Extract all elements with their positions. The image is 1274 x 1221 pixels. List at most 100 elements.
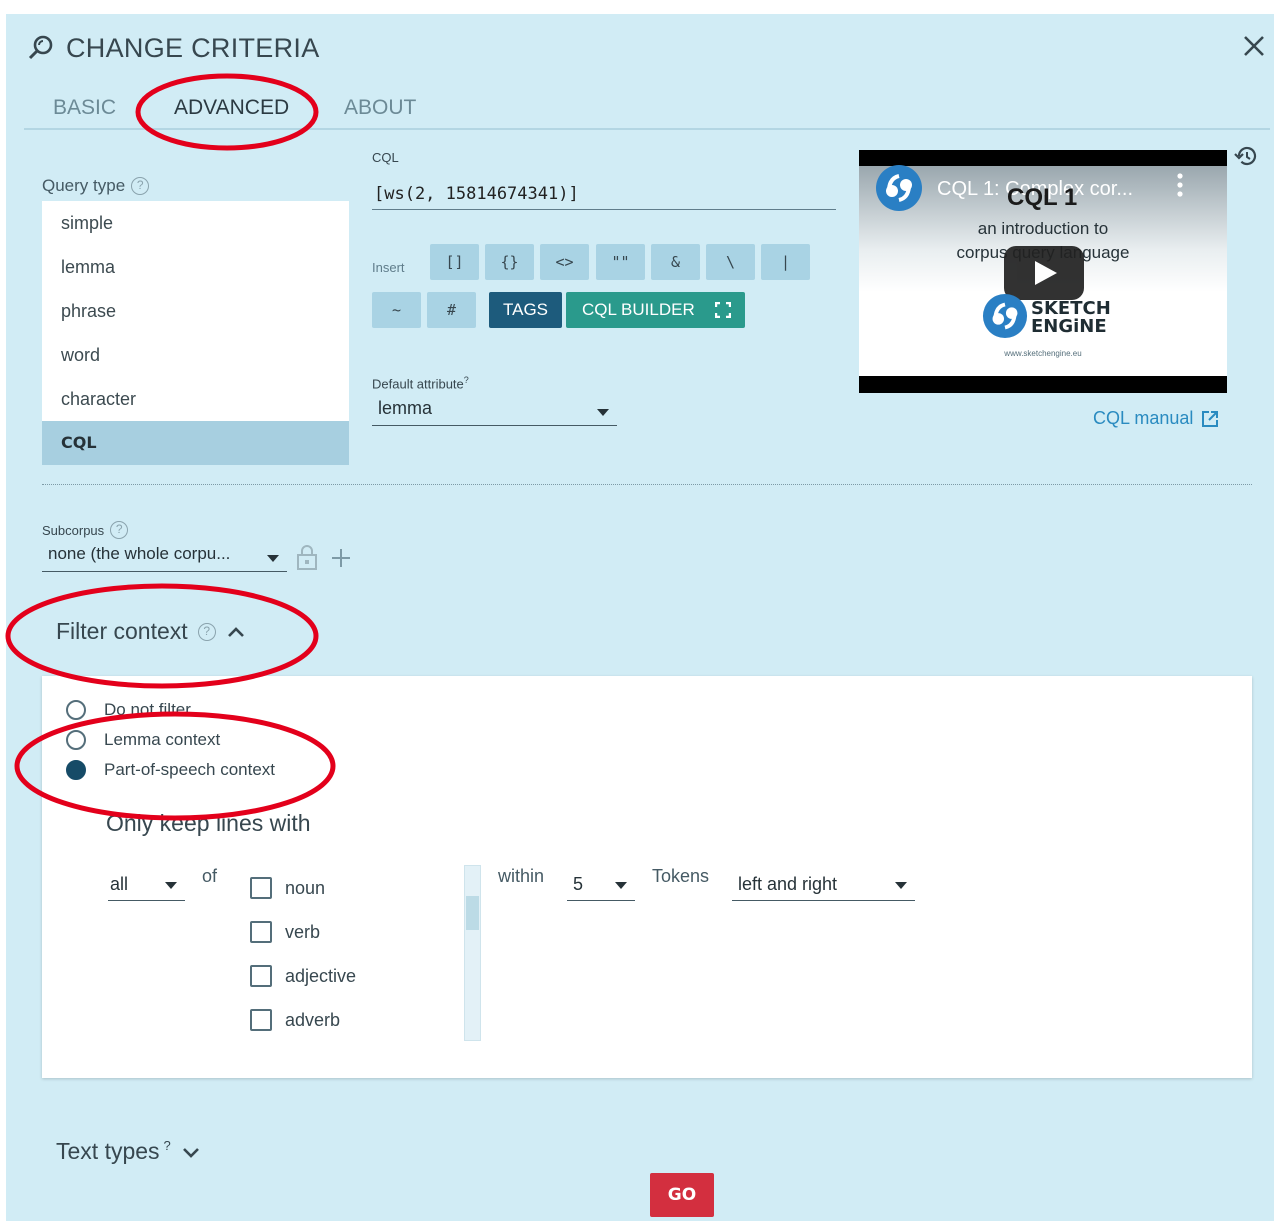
within-value: 5 [573, 874, 584, 894]
default-attribute-select[interactable]: lemma [372, 398, 617, 426]
video-overlay-title: CQL 1 [1007, 184, 1078, 211]
panel-header: CHANGE CRITERIA [26, 30, 320, 66]
quantifier-select[interactable]: all [108, 869, 185, 901]
tags-button[interactable]: TAGS [489, 292, 562, 328]
pos-noun[interactable]: noun [250, 877, 325, 899]
query-type-word[interactable]: word [42, 333, 349, 377]
radio-pos-context[interactable]: Part-of-speech context [66, 760, 275, 780]
dropdown-arrow-icon [615, 881, 627, 889]
query-type-label: Query type ? [42, 176, 150, 196]
insert-backslash-button[interactable]: \ [706, 244, 755, 280]
insert-braces-button[interactable]: {} [485, 244, 534, 280]
close-icon[interactable] [1238, 30, 1270, 62]
video-brand-line-2: ENGiNE [1031, 316, 1107, 337]
help-icon[interactable]: ? [131, 177, 150, 195]
text-types-toggle[interactable]: Text types? [56, 1138, 201, 1165]
radio-button[interactable] [66, 760, 86, 780]
play-icon[interactable] [1004, 246, 1084, 300]
cql-manual-link[interactable]: CQL manual [1093, 408, 1219, 429]
radio-label: Part-of-speech context [104, 760, 276, 779]
subcorpus-select[interactable]: none (the whole corpu... [42, 544, 287, 572]
text-types-help[interactable]: ? [164, 1138, 171, 1153]
tab-about[interactable]: ABOUT [344, 96, 416, 120]
query-type-lemma[interactable]: lemma [42, 245, 349, 289]
insert-angle-brackets-button[interactable]: <> [540, 244, 589, 280]
subcorpus-label: Subcorpus ? [42, 521, 129, 539]
filter-context-card: Do not filter Lemma context Part-of-spee… [42, 676, 1252, 1078]
side-select[interactable]: left and right [732, 869, 915, 901]
video-url: www.sketchengine.eu [1004, 349, 1082, 358]
tab-basic[interactable]: BASIC [53, 96, 116, 120]
video-line-1: an introduction to [977, 219, 1109, 238]
pos-list-scrollbar[interactable] [464, 865, 481, 1041]
sketch-engine-logo-icon [876, 165, 922, 211]
insert-tilde-button[interactable]: ~ [372, 292, 421, 328]
cql-label: CQL [372, 150, 399, 165]
checkbox-label: verb [285, 921, 321, 942]
radio-lemma-context[interactable]: Lemma context [66, 730, 220, 750]
video-brand: SKETCH ENGiNE [1031, 300, 1111, 336]
help-icon[interactable]: ? [110, 521, 129, 539]
checkbox-label: adverb [285, 1009, 341, 1030]
default-attribute-label: Default attribute? [372, 375, 469, 391]
radio-label: Lemma context [104, 730, 221, 749]
subcorpus-label-text: Subcorpus [42, 522, 105, 538]
insert-ampersand-button[interactable]: & [651, 244, 700, 280]
query-type-phrase[interactable]: phrase [42, 289, 349, 333]
dropdown-arrow-icon [165, 881, 177, 889]
text-types-label-text: Text types [56, 1138, 160, 1164]
insert-pipe-button[interactable]: | [761, 244, 810, 280]
dropdown-arrow-icon [267, 554, 279, 562]
section-divider [42, 484, 1252, 485]
keep-lines-heading: Only keep lines with [106, 810, 311, 836]
checkbox-label: noun [285, 877, 326, 898]
subcorpus-value: none (the whole corpu... [48, 544, 231, 563]
cql-input[interactable] [372, 178, 836, 210]
query-type-label-text: Query type [42, 176, 126, 195]
radio-do-not-filter[interactable]: Do not filter [66, 700, 191, 720]
checkbox-label: adjective [285, 965, 357, 986]
radio-button[interactable] [66, 730, 86, 750]
criteria-tabs: BASIC ADVANCED ABOUT [24, 90, 1270, 130]
default-attribute-label-text: Default attribute [372, 376, 464, 392]
radio-button[interactable] [66, 700, 86, 720]
insert-quotes-button[interactable]: "" [596, 244, 645, 280]
within-select[interactable]: 5 [567, 869, 635, 901]
filter-context-title: Filter context [56, 618, 188, 644]
insert-brackets-button[interactable]: [] [430, 244, 479, 280]
pos-adjective[interactable]: adjective [250, 965, 356, 987]
query-type-character[interactable]: character [42, 377, 349, 421]
more-vert-icon[interactable] [1174, 172, 1186, 198]
default-attribute-help[interactable]: ? [464, 375, 469, 385]
checkbox[interactable] [250, 921, 272, 943]
pos-verb[interactable]: verb [250, 921, 320, 943]
side-value: left and right [738, 874, 838, 894]
scrollbar-thumb[interactable] [466, 896, 479, 930]
dropdown-arrow-icon [895, 881, 907, 889]
tab-advanced[interactable]: ADVANCED [174, 96, 289, 120]
dropdown-arrow-icon [597, 408, 609, 416]
history-icon[interactable] [1233, 143, 1259, 169]
tokens-label: Tokens [652, 866, 710, 886]
insert-hash-button[interactable]: # [427, 292, 476, 328]
chevron-down-icon [182, 1147, 199, 1158]
query-type-cql[interactable]: CQL [42, 421, 349, 465]
query-type-list: simple lemma phrase word character CQL [42, 201, 349, 465]
quantifier-value: all [110, 874, 129, 894]
lock-icon[interactable] [296, 543, 318, 571]
checkbox[interactable] [250, 877, 272, 899]
fullscreen-icon [714, 302, 731, 318]
cql-video-thumbnail[interactable]: CQL 1: Complex cor... CQL 1 an introduct… [859, 150, 1227, 393]
radio-label: Do not filter [104, 700, 191, 719]
checkbox[interactable] [250, 1009, 272, 1031]
cql-builder-button[interactable]: CQL BUILDER [566, 292, 745, 328]
pos-adverb[interactable]: adverb [250, 1009, 340, 1031]
checkbox[interactable] [250, 965, 272, 987]
help-icon[interactable]: ? [197, 622, 216, 641]
sketch-engine-brand-icon [982, 293, 1028, 339]
go-button[interactable]: GO [650, 1173, 714, 1217]
query-type-simple[interactable]: simple [42, 201, 349, 245]
add-icon[interactable] [330, 547, 352, 569]
search-icon [28, 35, 53, 60]
filter-context-toggle[interactable]: Filter context ? [56, 618, 246, 645]
